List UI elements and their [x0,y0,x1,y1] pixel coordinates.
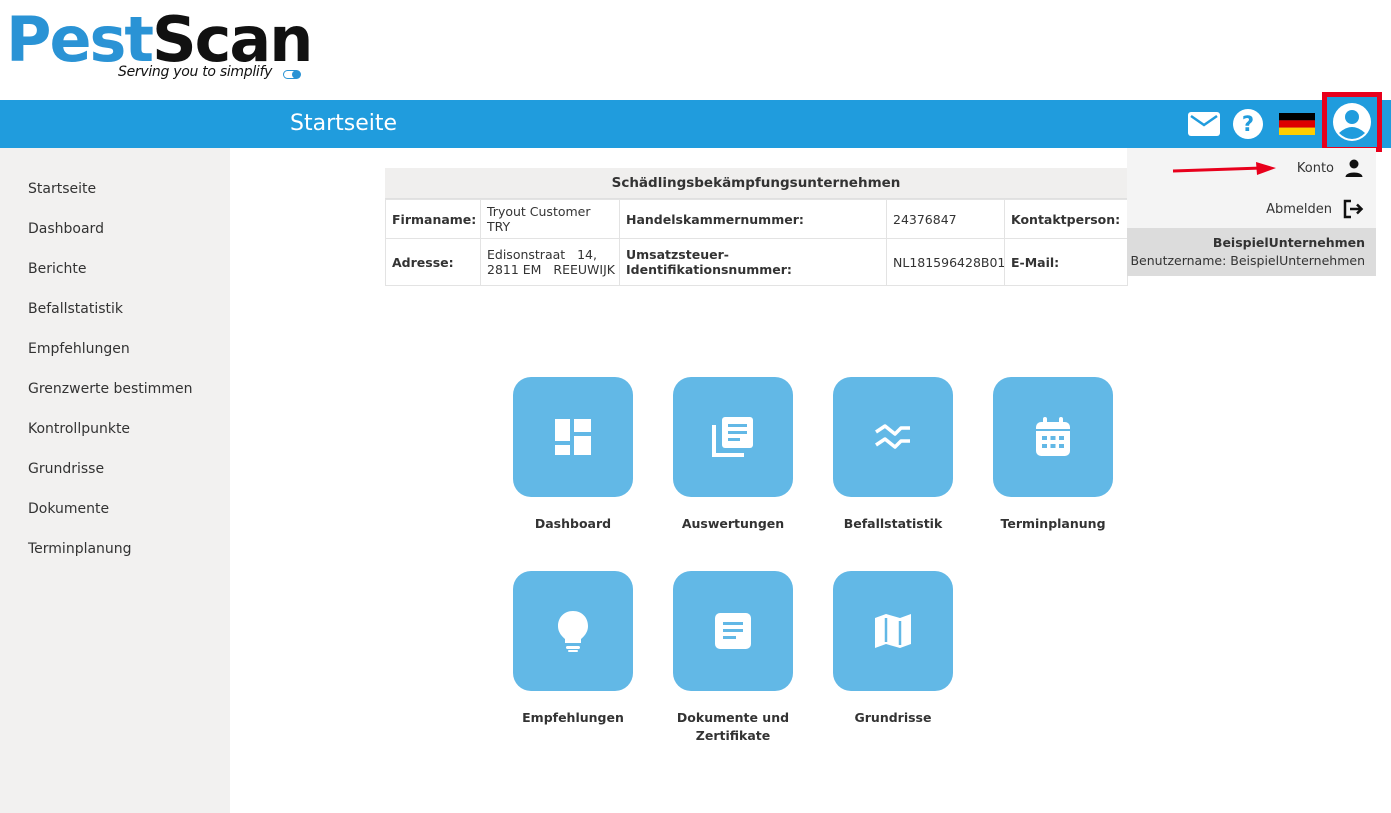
flag-de-icon[interactable] [1278,100,1316,148]
tile-label: Dokumente und Zertifikate [676,710,790,743]
mail-icon[interactable] [1186,100,1222,148]
person-icon [1345,159,1363,177]
tile-dokumente[interactable]: Dokumente und Zertifikate [653,571,813,745]
account-company-name: BeispielUnternehmen [1212,235,1365,250]
map-icon [875,614,911,648]
tile-label: Terminplanung [1000,516,1106,531]
sidebar-item-grundrisse[interactable]: Grundrisse [28,461,104,477]
tile-terminplanung-button[interactable] [993,377,1113,497]
sidebar-item-kontrollpunkte[interactable]: Kontrollpunkte [28,421,130,437]
lightbulb-icon [558,611,588,652]
sidebar-item-dashboard[interactable]: Dashboard [28,221,104,237]
address-label: Adresse: [385,238,481,286]
library-books-icon [712,417,753,457]
sidebar-item-startseite[interactable]: Startseite [28,181,96,197]
tile-terminplanung[interactable]: Terminplanung [973,377,1133,533]
tile-label: Grundrisse [854,710,932,725]
firmaname-label: Firmaname: [385,199,481,239]
company-info-table: Firmaname: Tryout Customer TRY Handelska… [385,199,1128,286]
tile-befallstatistik-button[interactable] [833,377,953,497]
tile-empfehlungen-button[interactable] [513,571,633,691]
help-icon[interactable]: ? [1230,100,1266,148]
menu-item-abmelden[interactable]: Abmelden [1266,198,1364,220]
tile-label: Dashboard [534,516,612,531]
tile-empfehlungen[interactable]: Empfehlungen [493,571,653,727]
sidebar: Startseite Dashboard Berichte Befallstat… [0,148,230,813]
vat-label: Umsatzsteuer-Identifikationsnummer: [619,238,887,286]
address-line-2: 2811 EM REEUWIJK [487,262,615,277]
header-bar: Startseite ? [0,100,1391,148]
sidebar-item-dokumente[interactable]: Dokumente [28,501,109,517]
contact-label: Kontaktperson: [1004,199,1128,239]
address-value: Edisonstraat 14, 2811 EM REEUWIJK [480,238,620,286]
abmelden-label: Abmelden [1266,201,1332,217]
sidebar-item-terminplanung[interactable]: Terminplanung [28,541,132,557]
konto-label: Konto [1296,160,1334,176]
vat-value: NL181596428B01 [886,238,1005,286]
user-account-button[interactable] [1322,92,1382,152]
address-line-1: Edisonstraat 14, [487,247,597,262]
tile-dashboard[interactable]: Dashboard [493,377,653,533]
sidebar-item-befallstatistik[interactable]: Befallstatistik [28,301,123,317]
multiline-chart-icon [875,424,910,449]
tile-dokumente-button[interactable] [673,571,793,691]
tile-grundrisse[interactable]: Grundrisse [813,571,973,727]
company-panel-title: Schädlingsbekämpfungsunternehmen [385,168,1127,199]
table-row: Adresse: Edisonstraat 14, 2811 EM REEUWIJ… [385,238,1128,286]
logout-icon [1343,199,1364,219]
sidebar-item-grenzwerte[interactable]: Grenzwerte bestimmen [28,381,192,397]
tile-label: Auswertungen [681,516,785,531]
kvk-value: 24376847 [886,199,1005,239]
menu-item-konto[interactable]: Konto [1297,158,1364,178]
pill-icon [283,70,301,79]
logo-tagline: Serving you to simplify [118,64,273,80]
user-account-icon [1333,103,1371,141]
firmaname-value: Tryout Customer TRY [480,199,620,239]
svg-text:?: ? [1242,112,1254,136]
pestscan-logo[interactable]: PestScan Serving you to simplify [6,2,313,92]
tile-dashboard-button[interactable] [513,377,633,497]
tile-label: Befallstatistik [843,516,943,531]
calendar-icon [1036,417,1070,456]
table-row: Firmaname: Tryout Customer TRY Handelska… [385,199,1128,239]
account-username: Benutzername: BeispielUnternehmen [1130,253,1365,268]
account-user-info: BeispielUnternehmen Benutzername: Beispi… [1127,228,1376,276]
tile-auswertungen[interactable]: Auswertungen [653,377,813,533]
page-title: Startseite [290,111,398,136]
tile-label: Empfehlungen [522,710,624,725]
tile-befallstatistik[interactable]: Befallstatistik [813,377,973,533]
kvk-label: Handelskammernummer: [619,199,887,239]
dashboard-icon [555,419,591,455]
sidebar-item-empfehlungen[interactable]: Empfehlungen [28,341,130,357]
company-info-panel: Schädlingsbekämpfungsunternehmen Firmana… [385,168,1128,286]
tile-auswertungen-button[interactable] [673,377,793,497]
tile-grundrisse-button[interactable] [833,571,953,691]
red-arrow-icon [1172,162,1276,175]
sidebar-item-berichte[interactable]: Berichte [28,261,87,277]
document-icon [715,613,751,649]
email-label: E-Mail: [1004,238,1128,286]
